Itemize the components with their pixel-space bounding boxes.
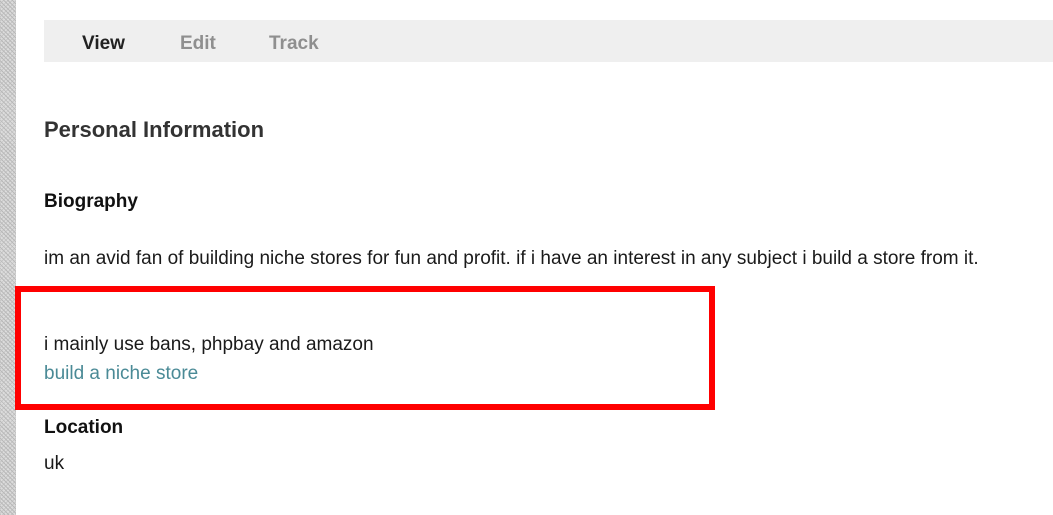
biography-tools-text: i mainly use bans, phpbay and amazon bbox=[44, 334, 374, 355]
biography-text: im an avid fan of building niche stores … bbox=[44, 248, 979, 269]
tab-track[interactable]: Track bbox=[269, 33, 319, 55]
location-value: uk bbox=[44, 453, 65, 474]
left-edge-border bbox=[0, 0, 16, 515]
tab-edit[interactable]: Edit bbox=[180, 33, 216, 55]
page-title: Personal Information bbox=[44, 117, 265, 142]
build-niche-store-link[interactable]: build a niche store bbox=[44, 362, 198, 386]
biography-heading: Biography bbox=[44, 191, 138, 212]
location-heading: Location bbox=[44, 417, 124, 438]
tabs-bar: View Edit Track bbox=[44, 20, 1053, 62]
tab-view[interactable]: View bbox=[82, 33, 125, 55]
